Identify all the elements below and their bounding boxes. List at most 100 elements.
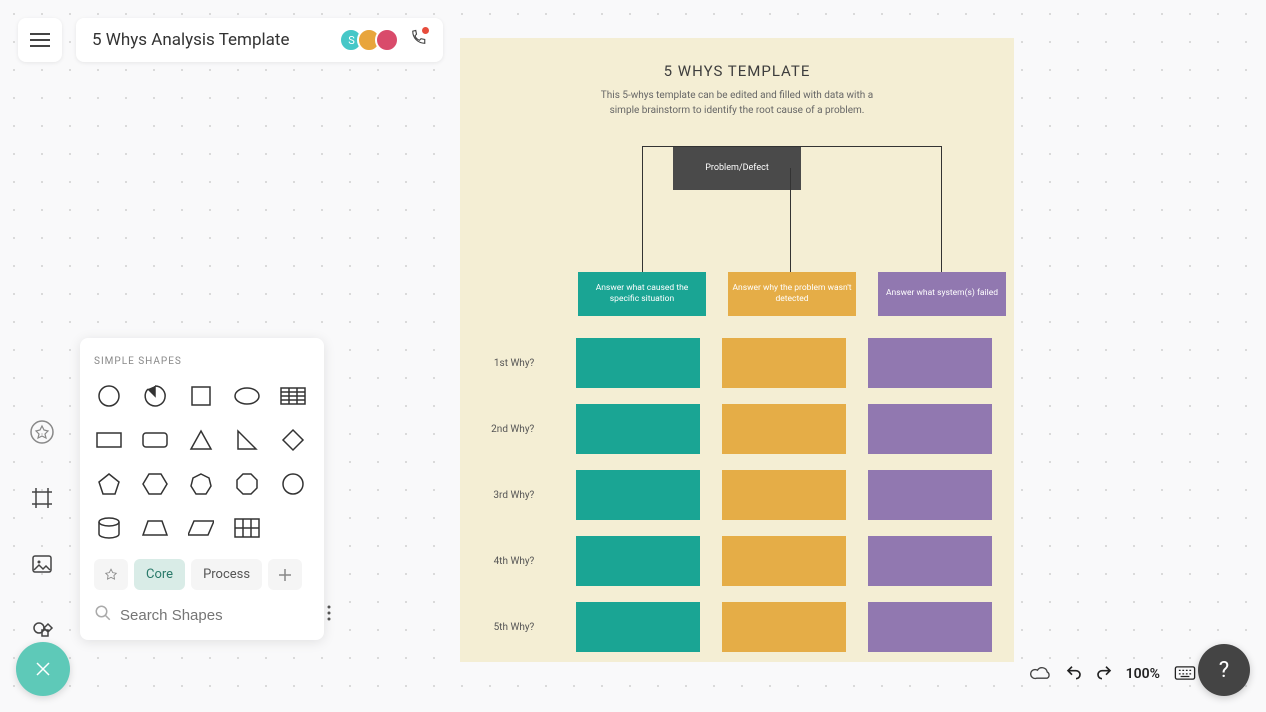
cloud-icon xyxy=(1030,664,1052,680)
shape-ellipse[interactable] xyxy=(232,381,262,411)
why-cell[interactable] xyxy=(868,470,992,520)
why-row: 2nd Why? xyxy=(482,404,992,454)
left-toolbar xyxy=(28,420,56,644)
why-cell[interactable] xyxy=(576,470,700,520)
why-row: 3rd Why? xyxy=(482,470,992,520)
why-row: 4th Why? xyxy=(482,536,992,586)
shape-hexagon[interactable] xyxy=(140,469,170,499)
avatar-stack[interactable]: S xyxy=(339,28,399,52)
shape-category-tabs: Core Process xyxy=(94,559,310,590)
zoom-level[interactable]: 100% xyxy=(1126,666,1160,682)
more-options-button[interactable] xyxy=(327,605,331,625)
why-label: 3rd Why? xyxy=(482,490,554,501)
why-cell[interactable] xyxy=(576,536,700,586)
why-cell[interactable] xyxy=(576,404,700,454)
shape-library-tool[interactable] xyxy=(28,616,56,644)
pin-icon xyxy=(104,568,118,582)
why-row: 5th Why? xyxy=(482,602,992,652)
why-cell[interactable] xyxy=(868,602,992,652)
undo-icon xyxy=(1066,664,1082,680)
shape-circle[interactable] xyxy=(94,381,124,411)
process-tab[interactable]: Process xyxy=(191,559,262,590)
top-bar: 5 Whys Analysis Template S xyxy=(18,18,443,62)
shape-octagon[interactable] xyxy=(232,469,262,499)
avatar[interactable] xyxy=(375,28,399,52)
shape-cylinder-top[interactable] xyxy=(94,513,124,543)
frame-tool[interactable] xyxy=(28,484,56,512)
shape-rectangle[interactable] xyxy=(94,425,124,455)
why-cell[interactable] xyxy=(868,404,992,454)
notification-dot xyxy=(422,27,429,34)
column-header-detection[interactable]: Answer why the problem wasn't detected xyxy=(728,272,856,316)
template-title: 5 WHYS TEMPLATE xyxy=(482,62,992,80)
shape-parallelogram[interactable] xyxy=(186,513,216,543)
shape-arc[interactable] xyxy=(140,381,170,411)
plus-icon xyxy=(279,569,291,581)
keyboard-button[interactable] xyxy=(1174,665,1196,684)
shape-diamond[interactable] xyxy=(278,425,308,455)
shape-square[interactable] xyxy=(186,381,216,411)
connector xyxy=(642,146,643,272)
why-cell[interactable] xyxy=(868,338,992,388)
why-cell[interactable] xyxy=(722,404,846,454)
why-cell[interactable] xyxy=(576,602,700,652)
shape-pentagon[interactable] xyxy=(94,469,124,499)
why-cell[interactable] xyxy=(868,536,992,586)
image-tool[interactable] xyxy=(28,550,56,578)
shapes-tool[interactable] xyxy=(28,418,56,446)
shape-table-lines[interactable] xyxy=(278,381,308,411)
redo-icon xyxy=(1096,664,1112,680)
collaborators: S xyxy=(339,28,427,52)
star-circle-icon xyxy=(29,419,55,445)
title-bar: 5 Whys Analysis Template S xyxy=(76,18,443,62)
cloud-sync-button[interactable] xyxy=(1030,664,1052,684)
panel-title: SIMPLE SHAPES xyxy=(94,356,310,367)
shape-grid[interactable] xyxy=(232,513,262,543)
column-headers: Answer what caused the specific situatio… xyxy=(578,272,1006,316)
core-tab[interactable]: Core xyxy=(134,559,185,590)
help-button[interactable]: ? xyxy=(1198,644,1250,696)
why-cell[interactable] xyxy=(722,536,846,586)
connector xyxy=(941,146,942,272)
close-icon xyxy=(33,659,53,679)
shape-search xyxy=(94,604,310,626)
shapes-panel: SIMPLE SHAPES Core Process xyxy=(80,338,324,640)
undo-button[interactable] xyxy=(1066,664,1082,684)
why-cell[interactable] xyxy=(576,338,700,388)
shape-nonagon[interactable] xyxy=(278,469,308,499)
close-panel-button[interactable] xyxy=(16,642,70,696)
keyboard-icon xyxy=(1174,666,1196,680)
why-cell[interactable] xyxy=(722,470,846,520)
shape-rounded-rect[interactable] xyxy=(140,425,170,455)
hamburger-icon xyxy=(30,33,50,47)
why-cell[interactable] xyxy=(722,338,846,388)
search-input[interactable] xyxy=(120,607,319,624)
why-cell[interactable] xyxy=(722,602,846,652)
pin-tab[interactable] xyxy=(94,559,128,590)
hamburger-menu-button[interactable] xyxy=(18,18,62,62)
why-row: 1st Why? xyxy=(482,338,992,388)
document-title[interactable]: 5 Whys Analysis Template xyxy=(92,30,289,50)
image-icon xyxy=(30,552,54,576)
shape-grid xyxy=(94,381,310,543)
shapes-overlap-icon xyxy=(30,618,54,642)
defect-box[interactable]: Problem/Defect xyxy=(673,146,801,190)
why-label: 2nd Why? xyxy=(482,424,554,435)
template-subtitle: This 5-whys template can be edited and f… xyxy=(587,88,887,118)
connector xyxy=(790,168,791,272)
column-header-system[interactable]: Answer what system(s) failed xyxy=(878,272,1006,316)
redo-button[interactable] xyxy=(1096,664,1112,684)
add-tab[interactable] xyxy=(268,559,302,590)
shape-right-triangle[interactable] xyxy=(232,425,262,455)
column-header-cause[interactable]: Answer what caused the specific situatio… xyxy=(578,272,706,316)
why-label: 1st Why? xyxy=(482,358,554,369)
connector xyxy=(642,146,942,147)
frame-icon xyxy=(30,486,54,510)
canvas-template[interactable]: 5 WHYS TEMPLATE This 5-whys template can… xyxy=(460,38,1014,662)
shape-heptagon[interactable] xyxy=(186,469,216,499)
shape-triangle[interactable] xyxy=(186,425,216,455)
shape-trapezoid[interactable] xyxy=(140,513,170,543)
call-button[interactable] xyxy=(409,29,427,51)
canvas-controls: 100% xyxy=(1030,664,1196,684)
why-label: 4th Why? xyxy=(482,556,554,567)
